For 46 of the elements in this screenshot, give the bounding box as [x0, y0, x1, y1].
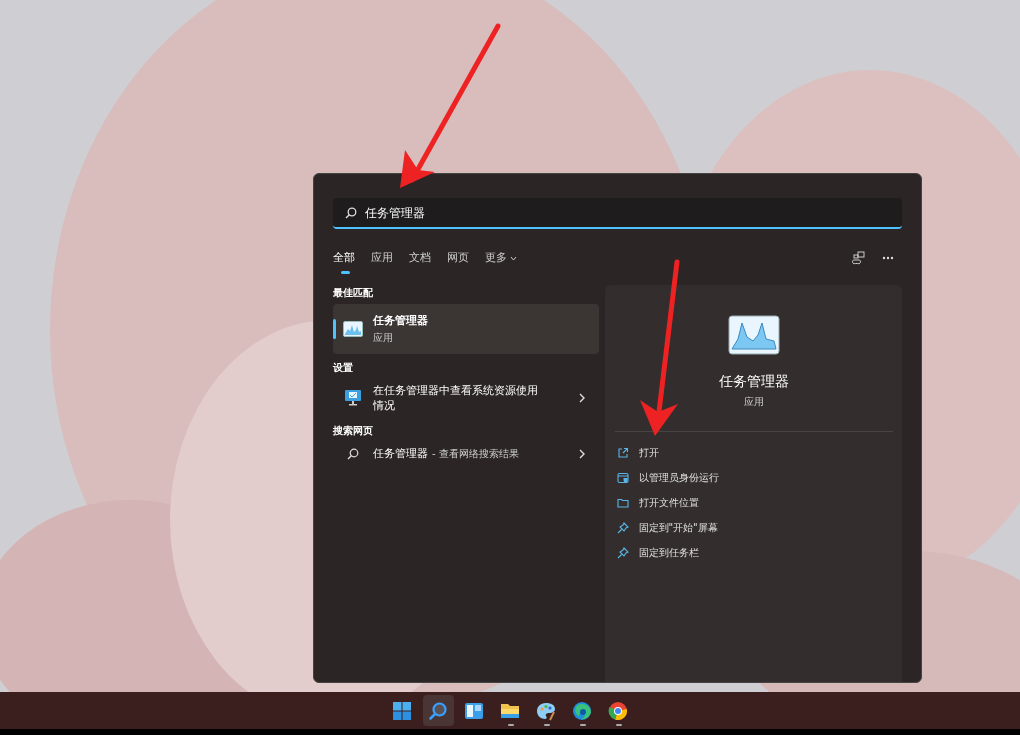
- chevron-right-icon: [579, 448, 585, 459]
- pin-icon: [616, 546, 629, 559]
- section-heading: 设置: [333, 361, 354, 375]
- filter-tab[interactable]: 文档: [409, 246, 431, 270]
- browser-icon: [608, 700, 628, 721]
- more-options-icon[interactable]: [882, 256, 894, 260]
- result-hint: - 查看网络搜索结果: [432, 447, 519, 461]
- result-title: 在任务管理器中查看系统资源使用情况: [373, 383, 539, 413]
- widgets-icon: [464, 700, 484, 721]
- window-shield-icon: [616, 471, 629, 484]
- action-item[interactable]: 固定到"开始"屏幕: [614, 515, 893, 540]
- result-title: 任务管理器: [373, 446, 428, 461]
- search-field[interactable]: 任务管理器: [333, 198, 902, 229]
- action-item[interactable]: 打开: [614, 440, 893, 465]
- chart-icon: [727, 315, 780, 355]
- result-item[interactable]: 任务管理器 - 查看网络搜索结果: [333, 442, 599, 465]
- caret-icon: [510, 255, 517, 261]
- result-subtitle: 应用: [373, 331, 394, 345]
- search-icon: [428, 700, 448, 721]
- devices-icon[interactable]: [852, 251, 866, 265]
- palette-icon: [536, 700, 556, 721]
- pin-icon: [616, 521, 629, 534]
- action-item[interactable]: 打开文件位置: [614, 490, 893, 515]
- section-heading: 搜索网页: [333, 424, 374, 438]
- filter-tab[interactable]: 网页: [447, 246, 469, 270]
- taskbar-button[interactable]: [422, 695, 454, 726]
- search-icon: [345, 206, 357, 219]
- filter-tab[interactable]: 更多: [485, 246, 517, 270]
- result-title: 任务管理器: [373, 313, 429, 328]
- result-item[interactable]: 在任务管理器中查看系统资源使用情况: [333, 379, 599, 417]
- app-title: 任务管理器: [718, 372, 789, 391]
- monitor-icon: [344, 389, 362, 407]
- browser-icon: [572, 700, 592, 721]
- action-item[interactable]: 固定到任务栏: [614, 540, 893, 565]
- external-link-icon: [616, 446, 629, 459]
- chart-icon: [343, 321, 363, 337]
- chevron-right-icon: [579, 393, 585, 403]
- app-subtitle: 应用: [743, 395, 764, 409]
- search-input[interactable]: 任务管理器: [365, 203, 890, 222]
- folder-icon: [616, 496, 629, 509]
- search-icon: [347, 447, 359, 460]
- windows-logo-icon: [392, 700, 412, 721]
- section-heading: 最佳匹配: [333, 286, 374, 300]
- filter-tab[interactable]: 应用: [371, 246, 393, 270]
- result-item[interactable]: 任务管理器 应用: [333, 304, 599, 354]
- action-item[interactable]: 以管理员身份运行: [614, 465, 893, 490]
